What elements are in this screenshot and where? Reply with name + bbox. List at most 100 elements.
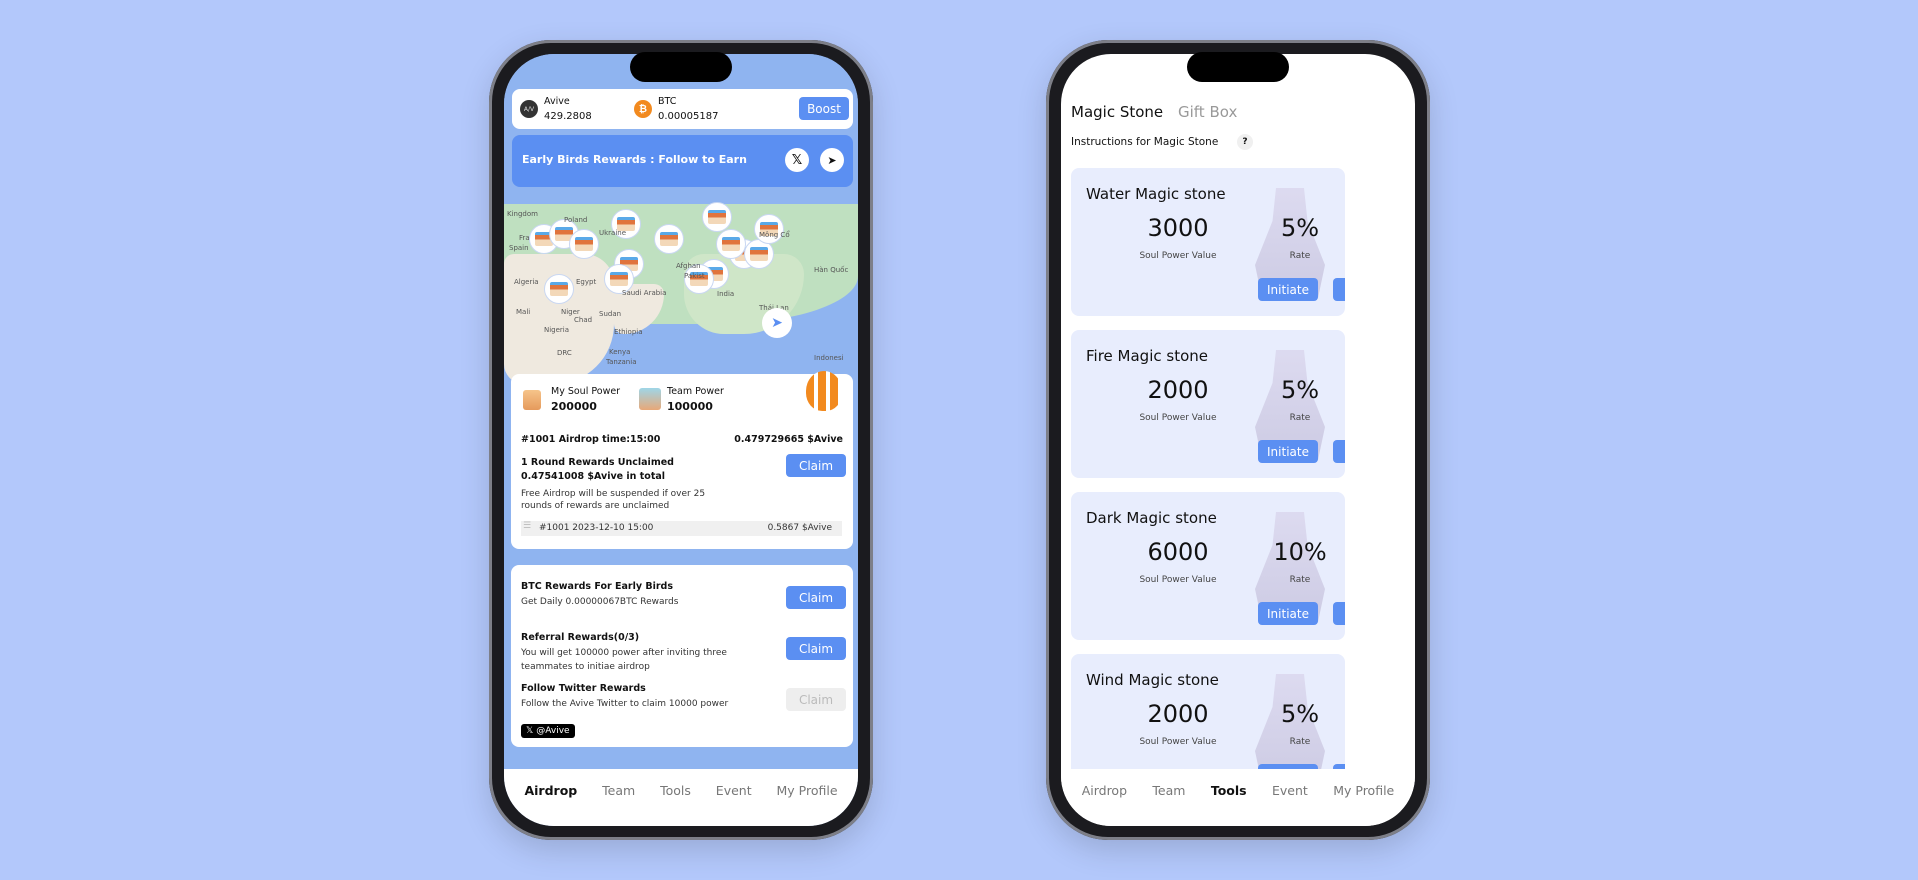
- history-id: #1001 2023-12-10 15:00: [539, 523, 654, 533]
- rate-label: Rate: [1289, 251, 1311, 261]
- claim-airdrop-button[interactable]: Claim: [786, 454, 846, 477]
- tab-magic-stone[interactable]: Magic Stone: [1071, 103, 1163, 121]
- telegram-follow-button[interactable]: ➤: [820, 148, 844, 172]
- balloon-icon: [806, 371, 842, 411]
- telegram-icon: ➤: [827, 153, 837, 167]
- nav-team[interactable]: Team: [1152, 783, 1185, 798]
- btc-balance: 0.00005187: [658, 111, 719, 122]
- map-label: Niger: [561, 308, 580, 316]
- initiate-button[interactable]: Initiate: [1258, 440, 1318, 463]
- rate-value: 5%: [1280, 214, 1320, 242]
- suspend-warning: Free Airdrop will be suspended if over 2…: [521, 489, 706, 511]
- stone-name: Fire Magic stone: [1086, 347, 1208, 365]
- magic-stone-card: Fire Magic stone 2000 Soul Power Value 5% Ra…: [1071, 330, 1345, 478]
- stone-name: Water Magic stone: [1086, 185, 1226, 203]
- soul-power-value: 3000: [1147, 214, 1209, 242]
- twitter-handle-badge[interactable]: 𝕏 @Avive: [521, 724, 575, 738]
- airdrop-time: #1001 Airdrop time:15:00: [521, 434, 661, 445]
- join-button[interactable]: Join: [1333, 602, 1345, 625]
- nav-my-profile[interactable]: My Profile: [1333, 783, 1394, 798]
- map-label: Kingdom: [507, 210, 538, 218]
- house-icon: [575, 237, 593, 251]
- nav-event[interactable]: Event: [1272, 783, 1308, 798]
- soul-power-label: Soul Power Value: [1139, 575, 1217, 585]
- unclaimed-total: 0.47541008 $Avive in total: [521, 471, 666, 482]
- map-label: Mali: [516, 308, 531, 316]
- instructions-label: Instructions for Magic Stone: [1071, 136, 1219, 148]
- nav-tools[interactable]: Tools: [660, 783, 691, 798]
- rate-value: 5%: [1280, 376, 1320, 404]
- house-icon: [660, 232, 678, 246]
- soul-power-value: 200000: [551, 400, 597, 413]
- team-power-label: Team Power: [667, 386, 724, 397]
- join-button[interactable]: Join: [1333, 440, 1345, 463]
- rate-value: 5%: [1280, 700, 1320, 728]
- nav-my-profile[interactable]: My Profile: [777, 783, 838, 798]
- soul-power-label: Soul Power Value: [1139, 413, 1217, 423]
- reward-title: Follow Twitter Rewards: [521, 683, 646, 694]
- join-button[interactable]: Join: [1333, 278, 1345, 301]
- nav-airdrop[interactable]: Airdrop: [1082, 783, 1127, 798]
- map-label: Nigeria: [544, 326, 570, 334]
- bottom-nav: Airdrop Team Tools Event My Profile: [1061, 769, 1415, 826]
- soul-power-label: My Soul Power: [551, 386, 621, 397]
- map-label: Chad: [574, 316, 593, 324]
- phone-airdrop: Kingdom Poland Ukraine Spain Fra Algeria Egypt…: [489, 40, 873, 840]
- help-button[interactable]: ?: [1237, 134, 1253, 150]
- list-icon: ☰: [523, 521, 532, 531]
- nav-tools[interactable]: Tools: [1211, 783, 1247, 798]
- boost-button[interactable]: Boost: [799, 97, 849, 120]
- house-marker[interactable]: [544, 274, 574, 304]
- btc-label: BTC: [658, 96, 677, 107]
- unclaimed-title: 1 Round Rewards Unclaimed: [521, 457, 674, 468]
- claim-reward-button[interactable]: Claim: [786, 586, 846, 609]
- house-marker[interactable]: [654, 224, 684, 254]
- house-marker[interactable]: [569, 229, 599, 259]
- initiate-button[interactable]: Initiate: [1258, 278, 1318, 301]
- map-label: DRC: [557, 349, 572, 357]
- map-label: Ukraine: [599, 229, 627, 237]
- rewards-card: BTC Rewards For Early Birds Get Daily 0.0…: [511, 565, 853, 747]
- rate-label: Rate: [1289, 575, 1311, 585]
- reward-desc: You will get 100000 power after inviting…: [521, 648, 727, 672]
- map-label: Tanzania: [606, 358, 637, 366]
- twitter-handle: @Avive: [536, 726, 570, 736]
- navigation-arrow-icon: ➤: [771, 315, 783, 331]
- map-label: Saudi Arabia: [622, 289, 667, 297]
- soul-power-value: 2000: [1147, 376, 1209, 404]
- phone-tools: Magic Stone Gift Box Instructions for Ma…: [1046, 40, 1430, 840]
- early-birds-banner[interactable]: Early Birds Rewards : Follow to Earn 𝕏 ➤: [512, 135, 853, 187]
- history-row[interactable]: ☰ #1001 2023-12-10 15:00 0.5867 $Avive: [521, 521, 842, 536]
- map-label: Fra: [519, 234, 530, 242]
- avive-balance: 429.2808: [544, 111, 592, 122]
- nav-team[interactable]: Team: [602, 783, 635, 798]
- stone-name: Dark Magic stone: [1086, 509, 1217, 527]
- nav-airdrop[interactable]: Airdrop: [524, 783, 577, 798]
- airdrop-card: My Soul Power 200000 Team Power 100000 #…: [511, 371, 853, 549]
- map-label: Algeria: [514, 278, 539, 286]
- house-marker[interactable]: [754, 214, 784, 244]
- house-marker[interactable]: [716, 229, 746, 259]
- locate-button[interactable]: ➤: [762, 308, 792, 338]
- dynamic-island: [1187, 52, 1289, 82]
- tab-gift-box[interactable]: Gift Box: [1178, 103, 1237, 121]
- history-amount: 0.5867 $Avive: [767, 523, 832, 533]
- map-label: Egypt: [576, 278, 597, 286]
- map-label: Hàn Quốc: [814, 266, 849, 274]
- house-icon: [708, 210, 726, 224]
- house-icon: [750, 247, 768, 261]
- initiate-button[interactable]: Initiate: [1258, 602, 1318, 625]
- team-power-icon: [639, 388, 661, 410]
- map-label: India: [717, 290, 735, 298]
- dynamic-island: [630, 52, 732, 82]
- x-follow-button[interactable]: 𝕏: [785, 148, 809, 172]
- balance-header: A/V Avive 429.2808 ₿ BTC 0.00005187 Boos…: [512, 89, 853, 129]
- nav-event[interactable]: Event: [716, 783, 752, 798]
- map-label: Ethiopia: [614, 328, 643, 336]
- airdrop-screen: Kingdom Poland Ukraine Spain Fra Algeria Egypt…: [504, 54, 858, 826]
- avive-label: Avive: [544, 96, 570, 107]
- soul-power-label: Soul Power Value: [1139, 737, 1217, 747]
- house-marker[interactable]: [702, 202, 732, 232]
- banner-title: Early Birds Rewards : Follow to Earn: [522, 153, 747, 166]
- claim-reward-button[interactable]: Claim: [786, 637, 846, 660]
